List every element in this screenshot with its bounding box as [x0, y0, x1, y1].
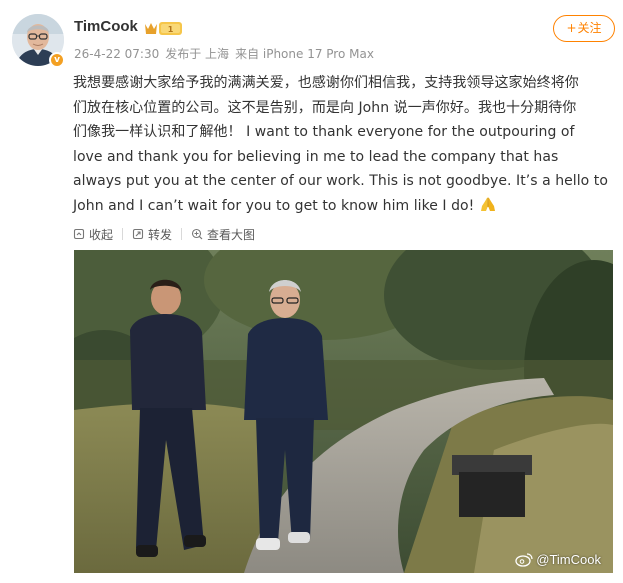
photo-watermark: @TimCook: [515, 552, 601, 567]
watermark-text: @TimCook: [536, 552, 601, 567]
follow-button[interactable]: +关注: [553, 15, 615, 42]
divider: [181, 228, 183, 240]
collapse-label: 收起: [89, 227, 114, 242]
collapse-button[interactable]: 收起: [73, 226, 113, 243]
repost-label: 转发: [148, 227, 173, 242]
follow-label: 关注: [577, 21, 602, 35]
weibo-post-card: v TimCook 1 26-4-22 07:30 发布于 上海 来自 iPhone…: [0, 0, 623, 583]
post-text-line: always put you at the center of our work…: [73, 173, 608, 189]
post-source: 来自 iPhone 17 Pro Max: [235, 47, 374, 61]
vip-level: 1: [168, 25, 174, 34]
zoom-in-icon: [191, 228, 203, 240]
post-photo[interactable]: @TimCook: [74, 250, 613, 573]
post-text-line: John and I can’t wait for you to get to …: [73, 197, 475, 214]
collapse-icon: [73, 228, 85, 240]
photo-illustration: [74, 250, 613, 573]
post-text-line: love and thank you for believing in me t…: [73, 148, 559, 165]
view-large-image-button[interactable]: 查看大图: [191, 226, 255, 243]
post-timestamp[interactable]: 26-4-22 07:30: [74, 47, 159, 61]
post-text-line: 们放在核心位置的公司。这不是告别，而是向 John 说一声你好。我也十分期待你: [73, 99, 577, 116]
post-location: 发布于 上海: [165, 47, 230, 61]
weibo-logo-icon: [515, 553, 533, 567]
action-bar: 收起 转发 查看大图: [73, 225, 255, 243]
divider: [122, 228, 124, 240]
verified-badge-icon: v: [49, 52, 65, 68]
view-large-image-label: 查看大图: [207, 227, 256, 242]
post-text: 我想要感谢大家给予我的满满关爱，也感谢你们相信我，支持我领导这家始终将你 们放在…: [73, 71, 618, 218]
pray-emoji-icon: [480, 196, 495, 211]
repost-icon: [132, 228, 144, 240]
post-text-line: 我想要感谢大家给予我的满满关爱，也感谢你们相信我，支持我领导这家始终将你: [73, 75, 579, 91]
post-text-last-line: John and I can’t wait for you to get to …: [73, 194, 618, 219]
vip-level-badge-icon: 1: [145, 22, 182, 35]
repost-button[interactable]: 转发: [132, 226, 172, 243]
username[interactable]: TimCook: [74, 18, 138, 35]
post-text-line: 们像我一样认识和了解他！ I want to thank everyone fo…: [73, 124, 575, 140]
plus-icon: +: [566, 21, 577, 35]
post-meta: 26-4-22 07:30 发布于 上海 来自 iPhone 17 Pro Max: [74, 45, 380, 62]
